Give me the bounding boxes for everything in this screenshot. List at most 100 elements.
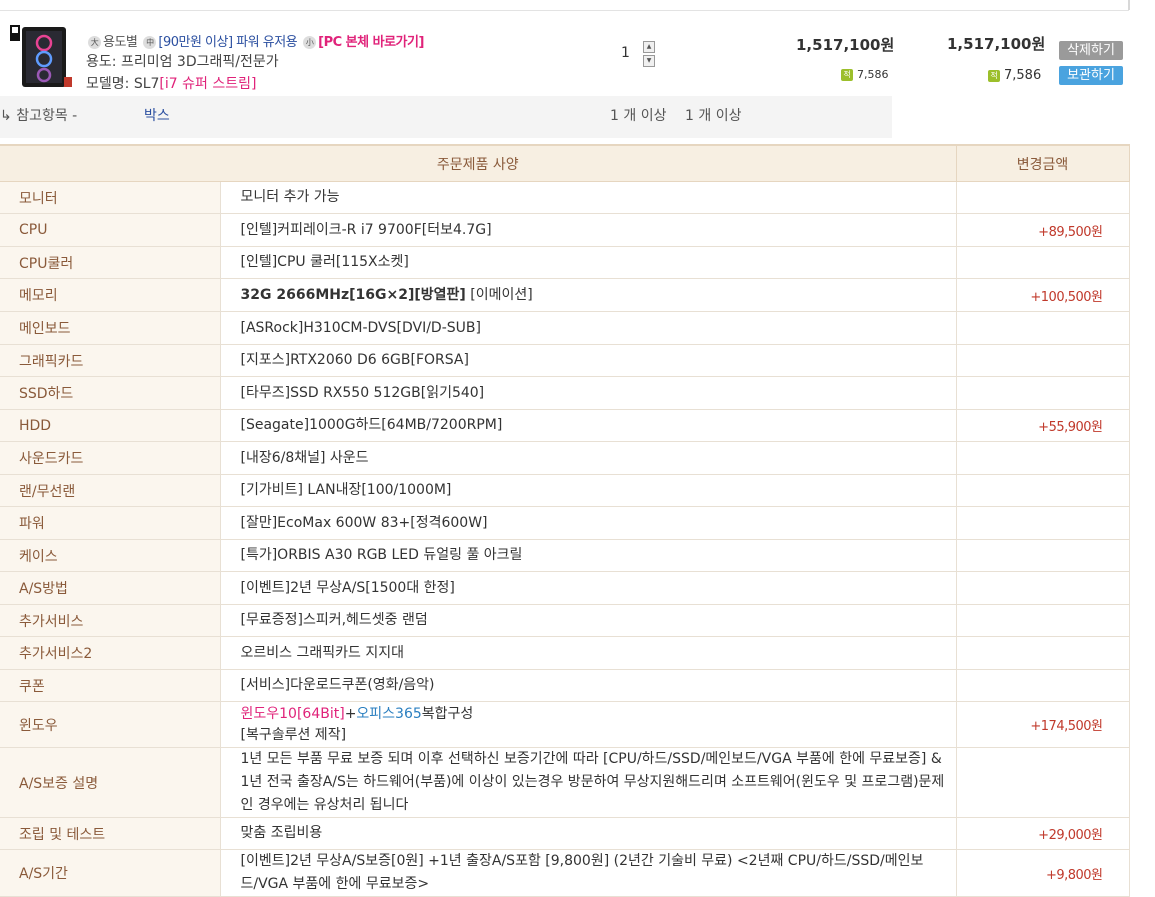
spec-value: [타무즈]SSD RX550 512GB[읽기540] — [220, 376, 957, 410]
spec-value: 윈도우10[64Bit]+오피스365복합구성 [복구솔루션 제작] — [220, 701, 957, 748]
reference-label: 참고항목 - — [16, 108, 78, 124]
bundle-text: 복합구성 — [421, 705, 474, 722]
points-icon: 적 — [841, 69, 853, 81]
spec-label: HDD — [0, 409, 221, 442]
memory-brand: [이메이션] — [465, 286, 533, 303]
spec-amount — [955, 669, 1130, 702]
windows-option: 윈도우10[64Bit] — [240, 705, 345, 722]
spec-value: 1년 모든 부품 무료 보증 되며 이후 선택하신 보증기간에 따라 [CPU/… — [220, 747, 957, 818]
unit-price: 1,517,100원 — [796, 36, 895, 54]
spec-table: 주문제품 사양 변경금액 모니터 모니터 추가 가능 CPU [인텔]커피레이크-R… — [0, 144, 1130, 897]
table-row: SSD하드 [타무즈]SSD RX550 512GB[읽기540] — [0, 376, 1130, 410]
spec-amount — [955, 344, 1130, 377]
product-model: 모델명: SL7[i7 슈퍼 스트림] — [86, 73, 256, 93]
spec-label: 랜/무선랜 — [0, 474, 221, 507]
spec-header: 주문제품 사양 — [0, 144, 957, 182]
spec-label: 메모리 — [0, 278, 221, 312]
model-code: SL7 — [133, 76, 160, 92]
spec-amount — [955, 311, 1130, 345]
table-row: 케이스 [특가]ORBIS A30 RGB LED 듀얼링 풀 아크릴 — [0, 539, 1130, 572]
table-row: 그래픽카드 [지포스]RTX2060 D6 6GB[FORSA] — [0, 344, 1130, 377]
spec-amount: +89,500원 — [955, 213, 1130, 247]
size-large-icon: 大 — [88, 36, 101, 49]
model-name[interactable]: [i7 슈퍼 스트림] — [159, 76, 256, 92]
table-row: HDD [Seagate]1000G하드[64MB/7200RPM] +55,900… — [0, 409, 1130, 442]
pc-direct-link[interactable]: [PC 본체 바로가기] — [318, 35, 424, 50]
spec-value: [무료증정]스피커,헤드셋중 랜덤 — [220, 604, 957, 637]
spec-amount: +9,800원 — [955, 849, 1130, 897]
spec-label: 파워 — [0, 506, 221, 540]
table-row: A/S기간 [이벤트]2년 무상A/S보증[0원] +1년 출장A/S포함 [9,… — [0, 849, 1130, 897]
total-points: 적 7,586 — [988, 68, 1041, 83]
table-row: A/S방법 [이벤트]2년 무상A/S[1500대 한정] — [0, 571, 1130, 605]
spec-label: CPU — [0, 213, 221, 247]
badge-price-range[interactable]: [90만원 이상] 파워 유저용 — [158, 35, 297, 50]
spec-amount — [955, 246, 1130, 279]
product-use: 용도: 프리미엄 3D그래픽/전문가 — [86, 51, 279, 71]
table-row: 추가서비스2 오르비스 그래픽카드 지지대 — [0, 636, 1130, 670]
total-price: 1,517,100원 — [947, 35, 1046, 53]
windows-plus: + — [344, 705, 357, 722]
quantity-stepper[interactable]: ▲ ▼ — [643, 41, 655, 67]
spec-value: [Seagate]1000G하드[64MB/7200RPM] — [220, 409, 957, 442]
amount-header: 변경금액 — [955, 144, 1130, 182]
spec-value: 맞춤 조립비용 — [220, 817, 957, 850]
spec-value: 모니터 추가 가능 — [220, 181, 957, 214]
office-option: 오피스365 — [356, 705, 422, 722]
spec-header-row: 주문제품 사양 변경금액 — [0, 144, 1130, 182]
spec-label: SSD하드 — [0, 376, 221, 410]
table-row: 쿠폰 [서비스]다운로드쿠폰(영화/음악) — [0, 669, 1130, 702]
spec-value: [지포스]RTX2060 D6 6GB[FORSA] — [220, 344, 957, 377]
total-points-value: 7,586 — [1004, 68, 1042, 83]
spec-label: A/S기간 — [0, 849, 221, 897]
pc-case-thumbnail[interactable] — [8, 21, 74, 93]
return-arrow-icon: ↳ — [0, 108, 17, 124]
spec-value: [잘만]EcoMax 600W 83+[정격600W] — [220, 506, 957, 540]
spec-amount: +100,500원 — [955, 278, 1130, 312]
spec-label: 추가서비스 — [0, 604, 221, 637]
use-label: 용도: — [86, 54, 117, 70]
category-badges: 大 용도별 中 [90만원 이상] 파워 유저용 小 [PC 본체 바로가기] — [86, 31, 424, 50]
memory-spec: 32G 2666MHz[16G×2][방열판] — [240, 286, 466, 303]
spec-amount: +55,900원 — [955, 409, 1130, 442]
reference-label-wrap: ↳ 참고항목 - — [0, 105, 77, 125]
table-row: 사운드카드 [내장6/8채널] 사운드 — [0, 441, 1130, 475]
unit-points: 적 7,586 — [841, 68, 889, 81]
spec-value: [ASRock]H310CM-DVS[DVI/D-SUB] — [220, 311, 957, 345]
cart-product-row: 大 용도별 中 [90만원 이상] 파워 유저용 小 [PC 본체 바로가기] 용도: 프… — [0, 11, 1129, 95]
spec-amount — [955, 376, 1130, 410]
spec-label: 그래픽카드 — [0, 344, 221, 377]
spec-amount — [955, 506, 1130, 540]
table-row: CPU쿨러 [인텔]CPU 쿨러[115X소켓] — [0, 246, 1130, 279]
spec-label: 조립 및 테스트 — [0, 817, 221, 850]
spec-label: 윈도우 — [0, 701, 221, 748]
chevron-up-icon[interactable]: ▲ — [643, 41, 655, 53]
spec-value: [내장6/8채널] 사운드 — [220, 441, 957, 475]
model-label: 모델명: — [86, 76, 130, 92]
top-divider — [0, 0, 1129, 11]
keep-button[interactable]: 보관하기 — [1059, 66, 1123, 85]
table-row: 추가서비스 [무료증정]스피커,헤드셋중 랜덤 — [0, 604, 1130, 637]
spec-label: 케이스 — [0, 539, 221, 572]
spec-label: A/S방법 — [0, 571, 221, 605]
chevron-down-icon[interactable]: ▼ — [643, 55, 655, 67]
table-row: CPU [인텔]커피레이크-R i7 9700F[터보4.7G] +89,500원 — [0, 213, 1130, 247]
recovery-text: [복구솔루션 제작] — [240, 726, 347, 743]
table-row: 파워 [잘만]EcoMax 600W 83+[정격600W] — [0, 506, 1130, 540]
spec-amount — [955, 604, 1130, 637]
spec-value: [서비스]다운로드쿠폰(영화/음악) — [220, 669, 957, 702]
reference-min-qty-2: 1 개 이상 — [685, 108, 742, 124]
table-row: A/S보증 설명 1년 모든 부품 무료 보증 되며 이후 선택하신 보증기간에 … — [0, 747, 1130, 818]
spec-label: 추가서비스2 — [0, 636, 221, 670]
spec-value: [특가]ORBIS A30 RGB LED 듀얼링 풀 아크릴 — [220, 539, 957, 572]
delete-button[interactable]: 삭제하기 — [1059, 41, 1123, 60]
spec-amount: +174,500원 — [955, 701, 1130, 748]
table-row: 모니터 모니터 추가 가능 — [0, 181, 1130, 214]
spec-label: 모니터 — [0, 181, 221, 214]
quantity-value: 1 — [621, 45, 630, 61]
badge-category[interactable]: 용도별 — [103, 35, 138, 50]
table-row: 메모리 32G 2666MHz[16G×2][방열판] [이메이션] +100,50… — [0, 278, 1130, 312]
spec-value: [이벤트]2년 무상A/S[1500대 한정] — [220, 571, 957, 605]
unit-points-value: 7,586 — [857, 68, 889, 81]
spec-amount — [955, 747, 1130, 818]
